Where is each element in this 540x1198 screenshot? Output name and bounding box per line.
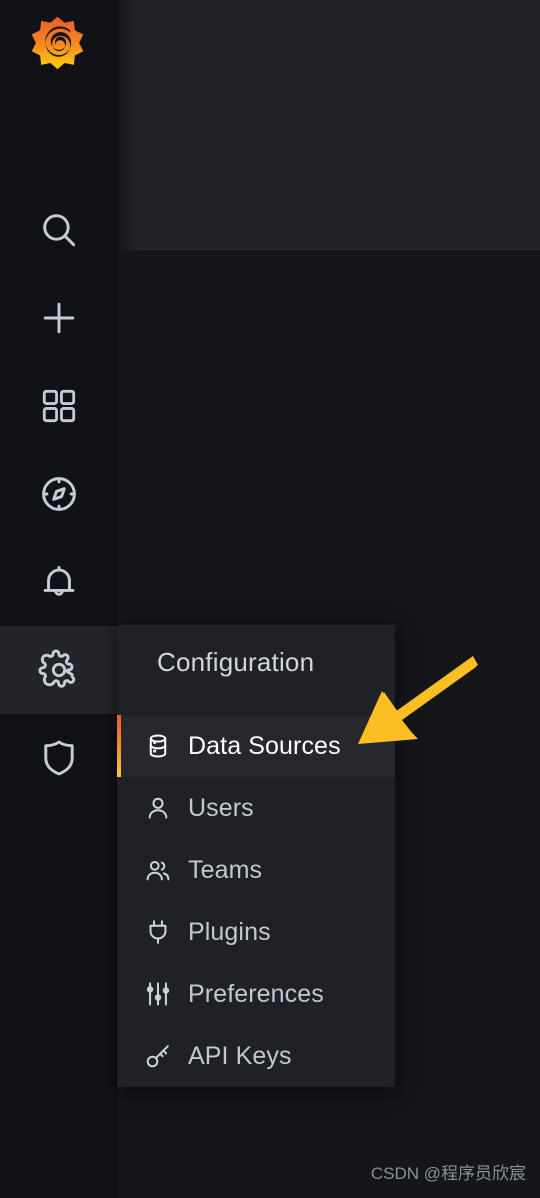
content-top-panel [117,0,540,250]
shield-icon [43,740,74,776]
menu-item-label: API Keys [188,1041,292,1070]
menu-item-label: Teams [188,855,263,884]
menu-item-data-sources[interactable]: Data Sources [117,715,395,777]
sidebar-item-alerting[interactable] [0,538,117,626]
gear-icon [38,649,75,688]
menu-item-teams[interactable]: Teams [117,839,395,901]
menu-item-label: Data Sources [188,731,341,760]
menu-item-label: Preferences [188,979,324,1008]
menu-item-plugins[interactable]: Plugins [117,901,395,963]
menu-title: Configuration [157,647,315,677]
sidebar-item-configuration[interactable] [0,626,117,714]
bell-icon [43,566,74,596]
sidebar-item-create[interactable] [0,274,117,362]
key-icon [143,1041,173,1071]
sidebar-item-search[interactable] [0,186,117,274]
configuration-dropdown-menu: Configuration Data Sources Users Teams P… [117,625,395,1087]
menu-item-preferences[interactable]: Preferences [117,963,395,1025]
sliders-icon [143,979,173,1009]
search-icon [42,214,75,247]
compass-icon [41,477,76,511]
users-icon [143,855,173,885]
sidebar-item-dashboards[interactable] [0,362,117,450]
grafana-logo-icon[interactable] [24,14,91,81]
user-icon [143,793,173,823]
sidebar-item-server-admin[interactable] [0,714,117,802]
menu-item-label: Users [188,793,254,822]
plus-icon [43,302,74,334]
sidebar-item-explore[interactable] [0,450,117,538]
grafana-screen: Configuration Data Sources Users Teams P… [0,0,540,1198]
left-navigation-rail [0,0,117,1198]
menu-item-users[interactable]: Users [117,777,395,839]
menu-item-api-keys[interactable]: API Keys [117,1025,395,1087]
content-top-panel-edge [117,0,139,250]
menu-item-label: Plugins [188,917,271,946]
dashboards-grid-icon [42,389,75,423]
plug-icon [143,917,173,947]
selected-accent-bar [117,715,121,777]
watermark-text: CSDN @程序员欣宸 [370,1164,526,1183]
database-icon [143,731,173,761]
